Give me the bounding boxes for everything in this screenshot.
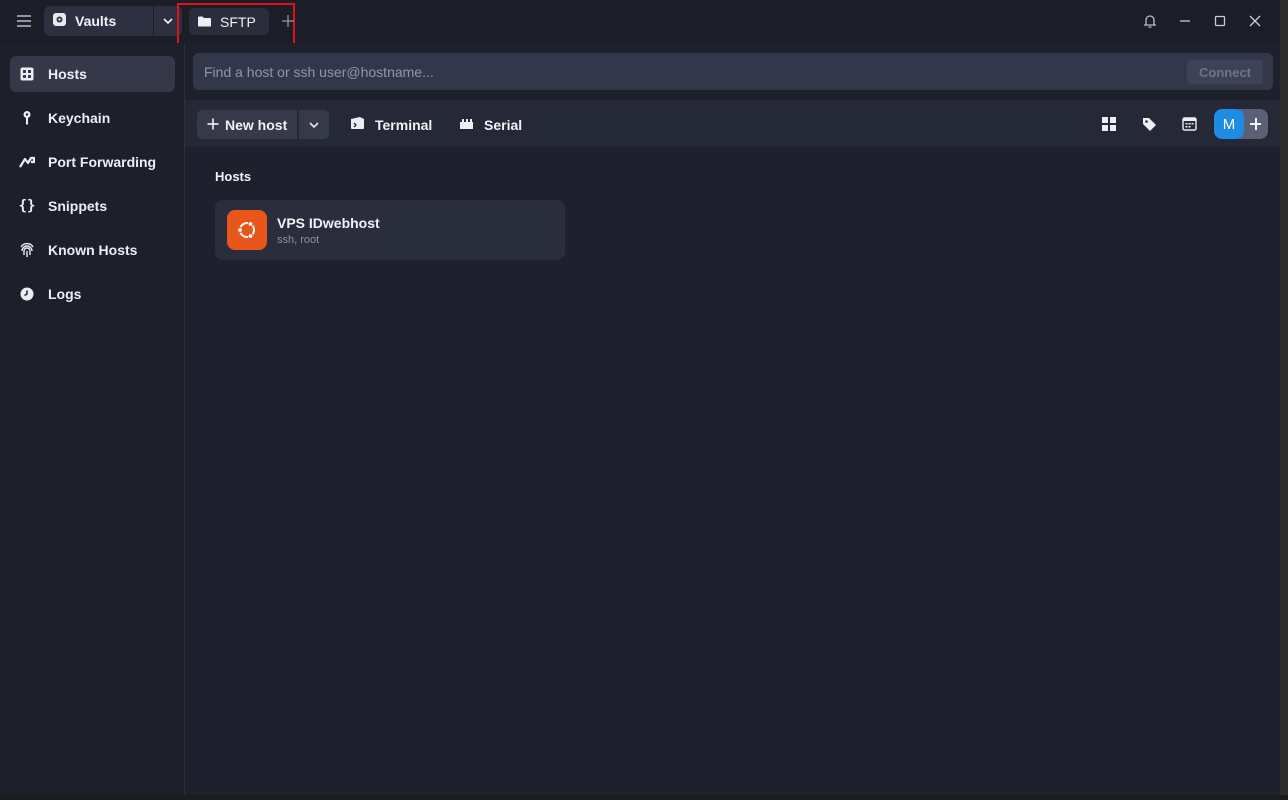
tag-icon[interactable] — [1138, 114, 1160, 134]
menu-icon[interactable] — [13, 11, 35, 31]
main-panel: Connect New host Terminal Serial — [185, 43, 1280, 795]
search-input[interactable] — [204, 53, 1104, 90]
hosts-grid-icon — [19, 66, 35, 82]
sidebar-item-known-hosts[interactable]: Known Hosts — [10, 232, 175, 268]
search-bar: Connect — [193, 53, 1273, 90]
host-details: ssh, root — [277, 234, 320, 246]
plus-icon — [207, 117, 219, 133]
port-forward-icon — [19, 154, 35, 170]
bell-icon[interactable] — [1141, 12, 1159, 30]
avatar[interactable]: M — [1214, 109, 1244, 139]
window-edge-bottom — [0, 795, 1288, 800]
fingerprint-icon — [19, 242, 35, 258]
braces-icon: {} — [18, 198, 36, 214]
sidebar-item-port-forwarding[interactable]: Port Forwarding — [10, 144, 175, 180]
terminal-button[interactable]: Terminal — [350, 110, 432, 139]
host-card[interactable]: VPS IDwebhost ssh, root — [215, 200, 565, 260]
serial-port-icon — [459, 117, 474, 133]
vaults-button[interactable]: Vaults — [44, 6, 153, 36]
new-host-dropdown-button[interactable] — [299, 110, 329, 139]
new-tab-plus-icon[interactable] — [279, 11, 297, 31]
sidebar-item-hosts[interactable]: Hosts — [10, 56, 175, 92]
sidebar-item-label: Snippets — [48, 198, 108, 214]
new-host-label: New host — [225, 116, 288, 133]
close-icon[interactable] — [1246, 12, 1264, 30]
serial-label: Serial — [484, 116, 523, 133]
ubuntu-icon — [227, 210, 267, 250]
chevron-down-icon — [309, 121, 319, 128]
plus-icon — [1249, 118, 1261, 130]
grid-view-icon[interactable] — [1098, 114, 1120, 134]
sidebar-item-logs[interactable]: Logs — [10, 276, 175, 312]
sidebar: Hosts Keychain Port Forwarding {} Snippe… — [0, 43, 185, 795]
maximize-icon[interactable] — [1211, 12, 1229, 30]
terminal-icon — [350, 116, 365, 133]
toolbar: New host Terminal Serial M — [185, 100, 1280, 147]
highlight-annotation — [177, 3, 295, 45]
vaults-label: Vaults — [75, 13, 117, 29]
minimize-icon[interactable] — [1176, 12, 1194, 30]
serial-button[interactable]: Serial — [459, 110, 522, 139]
sidebar-item-label: Logs — [48, 286, 82, 302]
sidebar-item-keychain[interactable]: Keychain — [10, 100, 175, 136]
connect-button[interactable]: Connect — [1187, 60, 1263, 84]
sidebar-item-snippets[interactable]: {} Snippets — [10, 188, 175, 224]
clock-icon — [19, 286, 35, 302]
sidebar-item-label: Keychain — [48, 110, 111, 126]
new-host-button[interactable]: New host — [197, 110, 297, 139]
key-icon — [19, 110, 35, 126]
vault-icon — [52, 12, 67, 30]
sidebar-item-label: Port Forwarding — [48, 154, 157, 170]
chevron-down-icon — [163, 18, 173, 25]
sidebar-item-label: Hosts — [48, 66, 87, 82]
sidebar-item-label: Known Hosts — [48, 242, 138, 258]
window-edge-right — [1280, 0, 1288, 800]
host-name: VPS IDwebhost — [277, 215, 380, 231]
title-bar: Vaults SFTP — [0, 0, 1280, 45]
terminal-label: Terminal — [375, 116, 433, 133]
section-title-hosts: Hosts — [215, 169, 252, 184]
calendar-icon[interactable] — [1178, 114, 1200, 134]
